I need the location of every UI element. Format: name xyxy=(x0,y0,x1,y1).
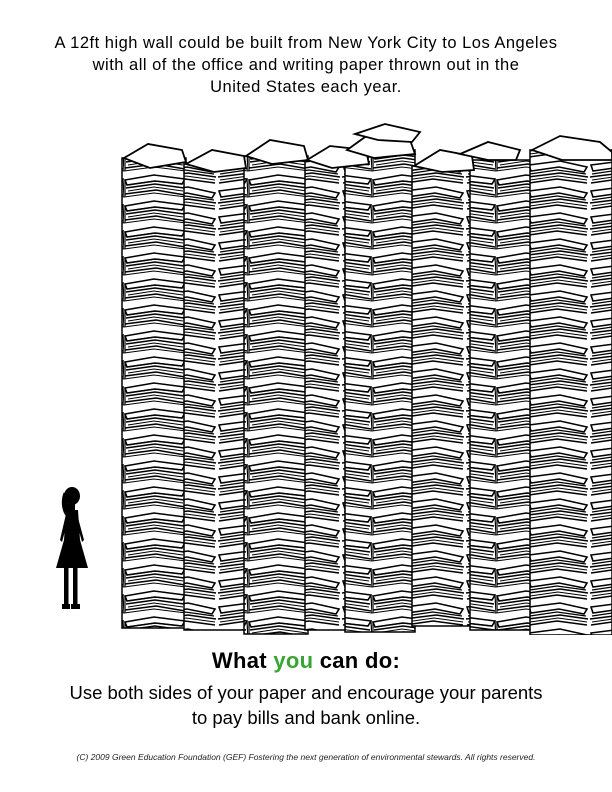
cta-heading: What you can do: xyxy=(0,648,612,674)
cta-heading-accent: you xyxy=(273,648,314,673)
headline-line-2: with all of the office and writing paper… xyxy=(92,56,520,74)
paper-wall-illustration xyxy=(56,123,612,635)
paper-stack-columns xyxy=(121,149,612,635)
cta-body-line-2: to pay bills and bank online. xyxy=(191,707,421,728)
cta-heading-post: can do: xyxy=(313,648,401,673)
headline: A 12ft high wall could be built from New… xyxy=(20,32,592,98)
cta-body-line-1: Use both sides of your paper and encoura… xyxy=(69,682,543,703)
headline-line-1: A 12ft high wall could be built from New… xyxy=(54,34,558,52)
child-silhouette xyxy=(56,487,88,609)
headline-line-3: United States each year. xyxy=(210,78,402,96)
cta-body: Use both sides of your paper and encoura… xyxy=(10,680,602,730)
cta-heading-pre: What xyxy=(211,648,274,673)
copyright-footer: (C) 2009 Green Education Foundation (GEF… xyxy=(76,752,536,762)
